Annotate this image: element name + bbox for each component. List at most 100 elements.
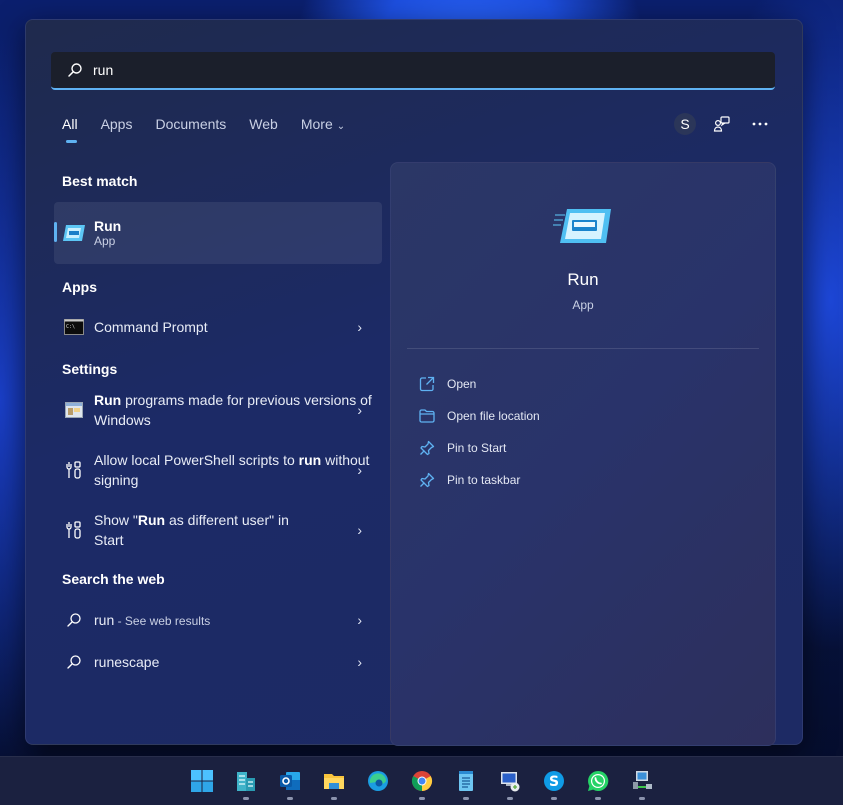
- taskbar-outlook[interactable]: [268, 759, 312, 803]
- chevron-down-icon: ⌄: [336, 121, 346, 132]
- whatsapp-icon: [587, 770, 608, 791]
- more-icon[interactable]: [748, 113, 772, 135]
- chevron-right-icon: ›: [357, 402, 362, 418]
- preview-actions: Open Open file location Pin to Start Pin…: [417, 368, 540, 496]
- chevron-right-icon: ›: [357, 654, 362, 670]
- section-settings: Settings: [62, 361, 118, 377]
- run-app-icon: [54, 224, 94, 242]
- result-setting-powershell[interactable]: Allow local PowerShell scripts to run wi…: [54, 440, 382, 500]
- outlook-icon: [279, 772, 300, 790]
- tab-documents[interactable]: Documents: [155, 116, 226, 132]
- preview-hero: Run App: [391, 207, 775, 312]
- result-label: Command Prompt: [94, 319, 208, 335]
- result-command-prompt[interactable]: C:\ Command Prompt ›: [54, 307, 382, 347]
- header-actions: S: [674, 113, 772, 135]
- search-icon: [54, 654, 94, 670]
- result-web-run[interactable]: run - See web results ›: [54, 599, 382, 641]
- database-app-icon: [236, 772, 255, 791]
- action-label: Pin to taskbar: [447, 473, 521, 487]
- taskbar-chrome[interactable]: [400, 759, 444, 803]
- chrome-icon: [411, 771, 432, 792]
- command-prompt-icon: C:\: [54, 319, 94, 335]
- running-indicator: [286, 797, 293, 800]
- running-indicator: [638, 797, 645, 800]
- action-label: Open: [447, 377, 477, 391]
- result-label: Run programs made for previous versions …: [94, 390, 382, 430]
- section-best-match: Best match: [62, 173, 138, 189]
- action-label: Pin to Start: [447, 441, 507, 455]
- running-indicator: [330, 797, 337, 800]
- result-label: Allow local PowerShell scripts to run wi…: [94, 450, 382, 490]
- pin-icon: [417, 439, 437, 457]
- highlight: Run: [137, 512, 166, 528]
- search-input[interactable]: [91, 61, 695, 79]
- search-icon: [65, 60, 85, 80]
- divider: [407, 348, 759, 349]
- action-pin-to-taskbar[interactable]: Pin to taskbar: [417, 464, 540, 496]
- results-list: Best match Run App Apps C:\ Command Prom…: [54, 170, 382, 683]
- taskbar-remote-desktop[interactable]: [488, 759, 532, 803]
- taskbar-database-app[interactable]: [224, 759, 268, 803]
- preview-app-type: App: [572, 298, 594, 312]
- tab-all[interactable]: All: [62, 116, 78, 143]
- action-label: Open file location: [447, 409, 540, 423]
- compatibility-icon: [54, 402, 94, 418]
- remote-desktop-icon: [500, 772, 519, 792]
- running-indicator: [506, 797, 513, 800]
- result-label: run - See web results: [94, 610, 210, 631]
- chevron-right-icon: ›: [357, 319, 362, 335]
- taskbar-file-explorer[interactable]: [312, 759, 356, 803]
- windows-start-icon: [190, 770, 213, 792]
- result-setting-compatibility[interactable]: Run programs made for previous versions …: [54, 380, 382, 440]
- open-icon: [417, 375, 437, 393]
- tab-web[interactable]: Web: [249, 116, 278, 132]
- edge-icon: [367, 771, 388, 791]
- label-rest: programs made for previous versions of W…: [94, 392, 372, 428]
- best-match-subtitle: App: [94, 234, 116, 248]
- chevron-right-icon: ›: [357, 612, 362, 628]
- preview-pane: Run App Open Open file location Pin to S…: [390, 162, 776, 746]
- section-search-web: Search the web: [62, 571, 165, 587]
- action-open[interactable]: Open: [417, 368, 540, 400]
- result-label: Show "Run as different user" in Start: [94, 510, 314, 550]
- result-label: runescape: [94, 654, 160, 670]
- search-panel: All Apps Documents Web More⌄ S Best matc…: [25, 19, 803, 746]
- pin-icon: [417, 471, 437, 489]
- svg-text:C:\: C:\: [66, 324, 75, 330]
- running-indicator: [550, 797, 557, 800]
- notepad-icon: [458, 771, 473, 791]
- search-box[interactable]: [51, 52, 775, 90]
- run-app-icon: [553, 209, 613, 251]
- result-web-runescape[interactable]: runescape ›: [54, 641, 382, 683]
- folder-icon: [417, 407, 437, 425]
- result-setting-run-as[interactable]: Show "Run as different user" in Start ›: [54, 500, 382, 560]
- best-match-title: Run: [94, 218, 122, 234]
- highlight: Run: [94, 392, 122, 408]
- filter-tabs: All Apps Documents Web More ⌄: [62, 116, 368, 143]
- web-query: run: [94, 611, 115, 628]
- tab-apps[interactable]: Apps: [101, 116, 133, 132]
- developer-settings-icon: [54, 461, 94, 479]
- taskbar-edge[interactable]: [356, 759, 400, 803]
- taskbar-notepad[interactable]: [444, 759, 488, 803]
- avatar[interactable]: S: [674, 113, 696, 135]
- developer-settings-icon: [54, 521, 94, 539]
- file-explorer-icon: [323, 774, 344, 789]
- action-open-file-location[interactable]: Open file location: [417, 400, 540, 432]
- label-pre: Show ": [94, 512, 138, 528]
- section-apps: Apps: [62, 279, 97, 295]
- best-match-run[interactable]: Run App: [54, 202, 382, 264]
- taskbar: S: [0, 756, 843, 805]
- action-pin-to-start[interactable]: Pin to Start: [417, 432, 540, 464]
- taskbar-whatsapp[interactable]: [576, 759, 620, 803]
- tab-more[interactable]: More ⌄: [301, 116, 345, 132]
- chevron-right-icon: ›: [357, 462, 362, 478]
- taskbar-network[interactable]: [620, 759, 664, 803]
- preview-app-name: Run: [567, 270, 599, 289]
- web-suffix: - See web results: [114, 613, 211, 628]
- taskbar-skype[interactable]: S: [532, 759, 576, 803]
- network-icon: [632, 771, 652, 789]
- taskbar-start[interactable]: [180, 759, 224, 803]
- svg-text:S: S: [548, 774, 558, 790]
- feedback-icon[interactable]: [710, 113, 734, 135]
